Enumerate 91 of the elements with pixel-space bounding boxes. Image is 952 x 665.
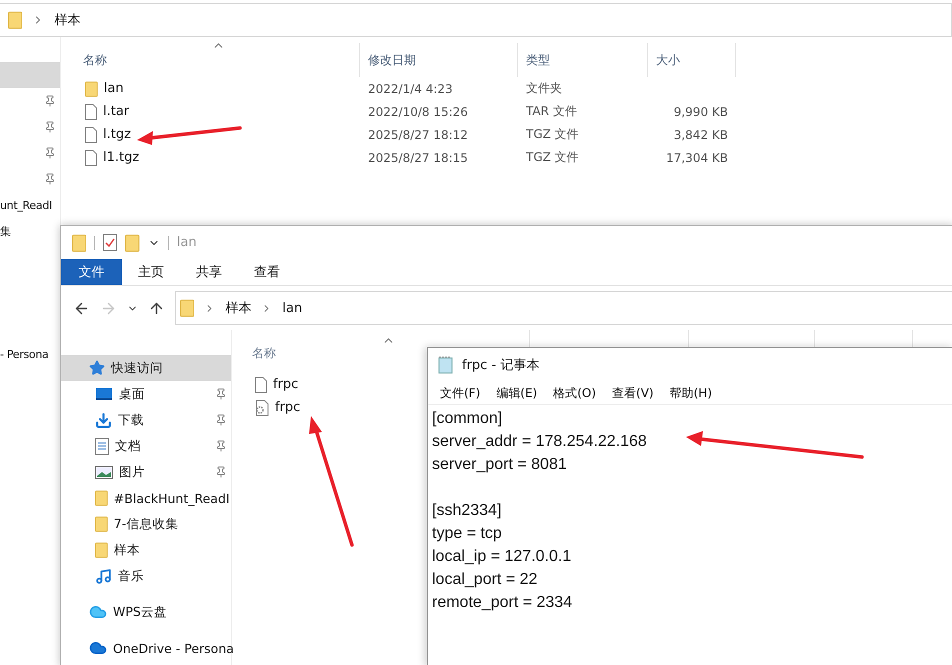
sidebar-item[interactable]: 桌面 [119,386,145,402]
sidebar-item[interactable]: 快速访问 [111,360,163,376]
text-line: [common] [432,409,502,429]
window-title: lan [176,235,197,250]
table-cell-text: 2025/8/27 18:12 [367,128,469,142]
pin-icon[interactable] [44,95,56,107]
menu-item[interactable]: 编辑(E) [492,384,542,402]
folder-icon [125,234,140,252]
text-line: remote_port = 2334 [432,593,572,613]
sidebar-item[interactable]: #BlackHunt_ReadI [114,490,230,506]
pin-icon[interactable] [215,440,227,452]
sidebar-item[interactable]: OneDrive - Persona [113,640,234,656]
sidebar-item[interactable]: 7-信息收集 [114,516,178,532]
address-bar[interactable]: 样本 [0,3,952,37]
sidebar-item[interactable]: - Persona [0,348,48,360]
column-header[interactable]: 大小 [648,43,736,77]
address-bar[interactable]: 样本 lan [175,291,952,325]
text-line: server_port = 8081 [432,455,567,475]
table-cell-text: 3,842 KB [672,128,729,142]
folder-icon [85,80,98,96]
breadcrumb-item[interactable]: 样本 [225,299,252,317]
table-cell-text: TAR 文件 [525,103,578,120]
notepad-icon [438,356,454,374]
monitor-icon [95,387,113,401]
table-cell-text: TGZ 文件 [525,149,580,166]
sidebar-item[interactable]: unt_ReadI [0,198,52,212]
folder-icon [8,11,22,29]
column-header[interactable]: 类型 [518,43,648,77]
text-line: local_ip = 127.0.0.1 [432,547,572,567]
pin-icon[interactable] [44,173,56,185]
text-line: type = tcp [432,524,502,544]
pin-icon[interactable] [44,121,56,133]
folder-icon [95,516,108,532]
sidebar-item[interactable]: 样本 [114,542,140,558]
download-icon [95,412,112,428]
file-name[interactable]: frpc [273,377,298,392]
table-cell-text: 17,304 KB [665,150,729,164]
sidebar-item[interactable]: WPS云盘 [113,604,167,620]
music-note-icon [95,568,112,584]
ribbon-tab[interactable]: 查看 [238,259,296,285]
table-cell-text: TGZ 文件 [525,126,580,143]
file-icon [85,126,97,142]
column-header[interactable]: 名称 [252,345,276,373]
folder-icon [180,299,194,317]
file-icon [255,376,267,392]
pin-icon[interactable] [215,414,227,426]
file-name[interactable]: l.tar [103,104,130,119]
folder-icon [95,542,108,558]
ribbon-tab[interactable]: 主页 [122,259,180,285]
ribbon-tab[interactable]: 文件 [61,259,122,285]
sidebar-item[interactable]: 图片 [119,464,145,480]
menu-item[interactable]: 格式(O) [549,384,600,402]
table-cell-text: 2022/1/4 4:23 [367,82,454,96]
image-icon [95,466,113,478]
file-icon [85,104,97,120]
file-name[interactable]: lan [104,81,124,96]
window-title: frpc - 记事本 [462,357,540,374]
sidebar-item[interactable]: 音乐 [118,568,144,584]
text-line: [ssh2334] [432,501,502,521]
column-header[interactable]: 名称 [75,43,360,77]
table-cell-text: 文件夹 [525,80,563,97]
pin-icon[interactable] [215,466,227,478]
text-line: local_port = 22 [432,570,538,590]
pin-icon[interactable] [215,388,227,400]
folder-icon [95,490,108,506]
file-name[interactable]: frpc [275,400,300,415]
menu-item[interactable]: 文件(F) [436,384,484,402]
menu-item[interactable]: 查看(V) [608,384,658,402]
cloud-icon [89,603,107,621]
breadcrumb-item[interactable]: 样本 [54,11,80,29]
ribbon-tab[interactable]: 共享 [180,259,238,285]
document-icon [95,438,109,454]
sidebar-item[interactable]: 集 [0,224,11,238]
folder-icon [72,234,86,252]
table-cell-text: 9,990 KB [672,104,729,118]
column-header[interactable]: 修改日期 [360,43,518,77]
sidebar-item[interactable]: 下载 [118,412,144,428]
gear-file-icon [255,400,269,416]
cloud-icon [89,639,107,657]
pin-icon[interactable] [44,147,56,159]
star-icon [89,360,105,376]
table-cell-text: 2025/8/27 18:15 [367,150,469,164]
table-cell-text: 2022/10/8 15:26 [367,104,469,118]
menu-item[interactable]: 帮助(H) [666,384,716,402]
properties-icon[interactable] [103,234,118,251]
file-name[interactable]: l.tgz [103,127,131,142]
file-icon [85,150,97,166]
text-line: server_addr = 178.254.22.168 [432,432,647,452]
breadcrumb-item[interactable]: lan [282,300,302,316]
file-name[interactable]: l1.tgz [103,150,140,165]
sidebar-item[interactable]: 文档 [115,438,141,454]
